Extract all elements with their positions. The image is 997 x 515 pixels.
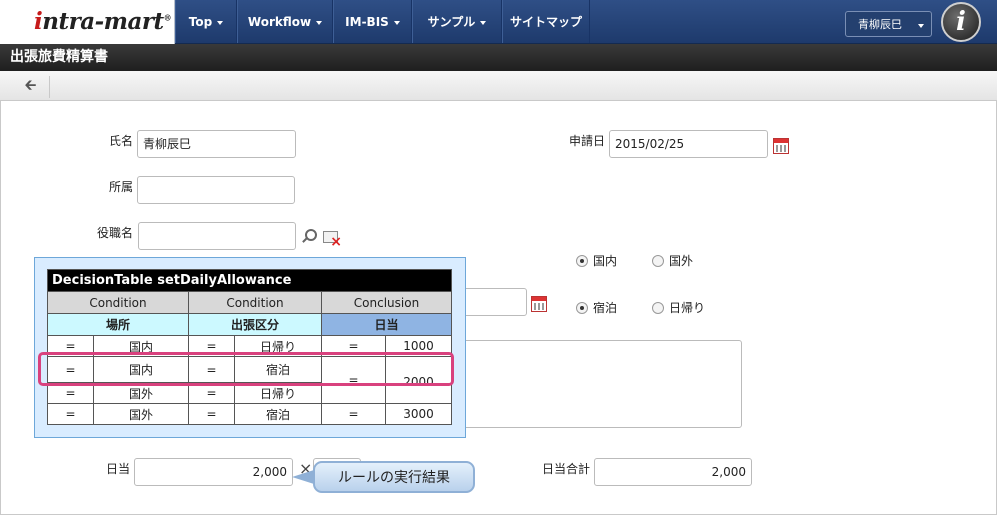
caret-down-icon bbox=[480, 20, 487, 25]
caret-down-icon bbox=[316, 20, 323, 25]
caret-down-icon bbox=[918, 24, 924, 28]
subheader-place: 場所 bbox=[47, 313, 189, 336]
radio-stay[interactable]: 宿泊 bbox=[576, 299, 617, 316]
daily-label: 日当 bbox=[105, 462, 130, 476]
nav-item-label: サイトマップ bbox=[509, 15, 582, 29]
decision-table-panel: DecisionTable setDailyAllowance Conditio… bbox=[34, 257, 466, 438]
header-condition-2: Condition bbox=[188, 291, 322, 314]
radio-checked-icon bbox=[576, 301, 588, 314]
arrow-left-icon: 🡰 bbox=[24, 75, 37, 94]
table-row: = 国外 = 宿泊 = 3000 bbox=[47, 403, 452, 425]
nav-item-label: Top bbox=[188, 14, 213, 29]
info-avatar-icon[interactable]: i bbox=[941, 2, 981, 42]
user-name: 青柳辰巳 bbox=[858, 18, 902, 31]
nav-item-top[interactable]: Top bbox=[175, 0, 237, 43]
radio-label: 宿泊 bbox=[593, 301, 618, 315]
name-field[interactable]: 青柳辰巳 bbox=[137, 130, 296, 158]
radio-label: 国外 bbox=[669, 254, 694, 268]
position-field[interactable] bbox=[138, 222, 296, 250]
user-menu[interactable]: 青柳辰巳 bbox=[845, 11, 932, 37]
radio-unchecked-icon bbox=[652, 301, 664, 314]
nav-item-workflow[interactable]: Workflow bbox=[237, 0, 333, 43]
table-cell: 3000 bbox=[385, 403, 452, 425]
clear-icon[interactable] bbox=[323, 231, 342, 250]
calendar-icon[interactable] bbox=[531, 296, 547, 312]
intra-mart-logo: intra-mart® bbox=[34, 8, 172, 35]
radio-unchecked-icon bbox=[652, 254, 664, 267]
caret-down-icon bbox=[393, 20, 400, 25]
radio-domestic[interactable]: 国内 bbox=[576, 252, 617, 269]
logo-area[interactable]: intra-mart® bbox=[0, 0, 175, 44]
radio-checked-icon bbox=[576, 254, 588, 267]
nav-item-label: Workflow bbox=[247, 14, 312, 29]
daily-total-field[interactable]: 2,000 bbox=[594, 458, 752, 486]
daily-allowance-field[interactable]: 2,000 bbox=[134, 458, 293, 486]
subheader-allowance: 日当 bbox=[321, 313, 452, 336]
nav-item-im-bis[interactable]: IM-BIS bbox=[333, 0, 412, 43]
highlight-box bbox=[38, 352, 454, 386]
table-cell: = bbox=[321, 403, 386, 425]
decision-table-title: DecisionTable setDailyAllowance bbox=[47, 269, 452, 292]
page-title: 出張旅費精算書 bbox=[10, 49, 108, 65]
name-label: 氏名 bbox=[108, 134, 133, 148]
search-icon[interactable] bbox=[305, 229, 317, 241]
radio-overseas[interactable]: 国外 bbox=[652, 252, 693, 269]
table-cell: = bbox=[188, 403, 235, 425]
purpose-textarea[interactable] bbox=[450, 340, 742, 428]
toolbar: 🡰 bbox=[0, 71, 997, 101]
calendar-icon[interactable] bbox=[773, 138, 789, 154]
radio-label: 日帰り bbox=[669, 301, 706, 315]
dept-label: 所属 bbox=[108, 180, 133, 194]
header-condition-1: Condition bbox=[47, 291, 189, 314]
caret-down-icon bbox=[217, 20, 224, 25]
callout-text: ルールの実行結果 bbox=[338, 470, 450, 486]
nav-item-sitemap[interactable]: サイトマップ bbox=[502, 0, 590, 43]
position-label: 役職名 bbox=[96, 226, 133, 240]
result-callout: ルールの実行結果 bbox=[313, 461, 475, 493]
table-cell: 国外 bbox=[93, 403, 189, 425]
daily-total-label: 日当合計 bbox=[541, 462, 590, 476]
top-nav: intra-mart® Top Workflow IM-BIS サンプル サイト… bbox=[0, 0, 997, 44]
radio-label: 国内 bbox=[593, 254, 618, 268]
header-conclusion: Conclusion bbox=[321, 291, 452, 314]
nav-item-label: サンプル bbox=[427, 15, 476, 29]
page-title-bar: 出張旅費精算書 bbox=[0, 44, 997, 71]
apply-date-field[interactable]: 2015/02/25 bbox=[609, 130, 768, 158]
nav-item-label: IM-BIS bbox=[345, 14, 389, 29]
back-button[interactable]: 🡰 bbox=[12, 76, 50, 98]
nav-item-sample[interactable]: サンプル bbox=[412, 0, 502, 43]
apply-date-label: 申請日 bbox=[568, 134, 605, 148]
callout-tail bbox=[292, 470, 314, 484]
table-cell: = bbox=[47, 403, 94, 425]
table-cell: 宿泊 bbox=[234, 403, 322, 425]
subheader-trip-type: 出張区分 bbox=[188, 313, 322, 336]
dept-field[interactable] bbox=[137, 176, 295, 204]
radio-daytrip[interactable]: 日帰り bbox=[652, 299, 705, 316]
decision-table: DecisionTable setDailyAllowance Conditio… bbox=[47, 269, 452, 425]
